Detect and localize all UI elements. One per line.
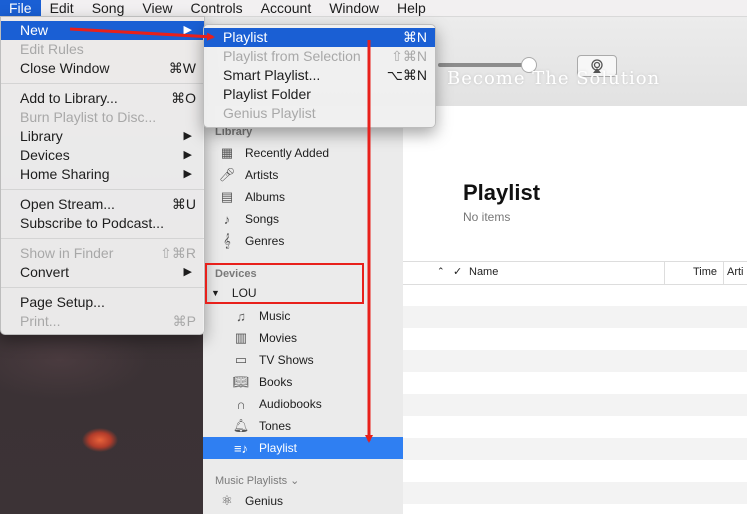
music-note-icon: ♫ <box>236 308 246 324</box>
column-divider <box>723 262 724 284</box>
sidebar-item-music[interactable]: ♫ Music <box>203 305 403 327</box>
column-header-row: ⌃ ✓ Name Time Arti <box>403 261 747 285</box>
menu-item-playlist[interactable]: Playlist ⌘N <box>204 28 435 47</box>
playlist-icon: ≡♪ <box>233 440 249 456</box>
page-title: Playlist <box>463 180 541 205</box>
menu-item-home-sharing[interactable]: Home Sharing ▶ <box>1 165 204 184</box>
menu-item-genius-playlist: Genius Playlist <box>223 105 316 121</box>
sidebar-item-books[interactable]: 📖︎ Books <box>203 371 403 393</box>
grid-icon: ▦ <box>220 145 234 160</box>
tv-icon: ▭ <box>234 352 248 367</box>
menu-separator <box>1 189 204 190</box>
submenu-arrow-icon: ▶ <box>183 24 192 36</box>
page-subtitle: No items <box>463 210 511 224</box>
column-check[interactable]: ✓ <box>453 265 462 278</box>
menu-item-subscribe-podcast[interactable]: Subscribe to Podcast... <box>1 214 204 233</box>
menu-edit[interactable]: Edit <box>41 0 83 16</box>
book-icon: 📖︎ <box>232 374 250 389</box>
menu-item-playlist-from-selection: Playlist from Selection ⇧⌘N <box>223 48 427 64</box>
table-row <box>403 306 747 328</box>
menu-account[interactable]: Account <box>252 0 321 16</box>
menu-item-burn-playlist: Burn Playlist to Disc... <box>20 109 157 125</box>
headphones-icon: ∩ <box>236 396 246 412</box>
sidebar-item-tv-shows[interactable]: ▭ TV Shows <box>203 349 403 371</box>
sidebar-item-label: Genius <box>245 494 284 508</box>
submenu-arrow-icon: ▶ <box>183 130 192 142</box>
sidebar-item-label: Playlist <box>259 441 298 455</box>
bell-icon: 🔔︎ <box>232 418 250 433</box>
album-icon: ▤ <box>220 189 234 204</box>
menu-item-close-window[interactable]: Close Window ⌘W <box>1 59 204 78</box>
sidebar-item-genres[interactable]: 𝄞 Genres <box>203 230 403 252</box>
menu-window[interactable]: Window <box>320 0 388 16</box>
menu-item-page-setup[interactable]: Page Setup... <box>1 293 204 312</box>
menu-item-add-to-library[interactable]: Add to Library... ⌘O <box>1 89 204 108</box>
column-divider <box>664 262 665 284</box>
sidebar-item-albums[interactable]: ▤ Albums <box>203 186 403 208</box>
new-submenu: Playlist ⌘N Playlist from Selection ⇧⌘N Sm… <box>203 24 436 128</box>
annotation-devices-box <box>205 263 364 304</box>
sidebar-item-label: Genres <box>245 234 285 248</box>
menu-separator <box>1 83 204 84</box>
column-name[interactable]: Name <box>469 266 498 278</box>
table-row <box>403 482 747 504</box>
menu-bar: File Edit Song View Controls Account Win… <box>0 0 747 16</box>
menu-separator <box>1 238 204 239</box>
guitar-icon: 𝄞 <box>223 233 231 248</box>
table-row <box>403 438 747 460</box>
menu-item-edit-rules: Edit Rules <box>20 41 84 57</box>
microphone-icon: 🎤︎ <box>218 167 236 182</box>
sidebar-item-genius[interactable]: ⚛ Genius <box>203 490 403 512</box>
sidebar-item-label: Artists <box>245 168 279 182</box>
sidebar-item-recently-added[interactable]: ▦ Recently Added <box>203 142 403 164</box>
sidebar-item-label: Music <box>259 309 291 323</box>
menu-item-new[interactable]: New ▶ <box>1 21 204 40</box>
sidebar-item-movies[interactable]: ▥ Movies <box>203 327 403 349</box>
sidebar-item-artists[interactable]: 🎤︎ Artists <box>203 164 403 186</box>
music-playlists-header[interactable]: Music Playlists ⌄ <box>215 474 299 487</box>
menu-separator <box>1 287 204 288</box>
menu-item-open-stream[interactable]: Open Stream... ⌘U <box>1 195 204 214</box>
sidebar-item-label: Albums <box>245 190 286 204</box>
sidebar-item-label: Songs <box>245 212 280 226</box>
music-note-icon: ♪ <box>223 211 231 227</box>
sidebar-item-tones[interactable]: 🔔︎ Tones <box>203 415 403 437</box>
menu-file[interactable]: File <box>0 0 41 16</box>
menu-help[interactable]: Help <box>388 0 435 16</box>
submenu-arrow-icon: ▶ <box>183 266 192 278</box>
menu-controls[interactable]: Controls <box>181 0 251 16</box>
submenu-arrow-icon: ▶ <box>183 168 192 180</box>
sidebar-item-label: Movies <box>259 331 298 345</box>
sidebar-item-playlist[interactable]: ≡♪ Playlist <box>203 437 403 459</box>
sidebar-item-audiobooks[interactable]: ∩ Audiobooks <box>203 393 403 415</box>
menu-item-devices[interactable]: Devices ▶ <box>1 146 204 165</box>
menu-item-print: Print... ⌘P <box>20 313 196 329</box>
column-artist[interactable]: Arti <box>727 266 744 278</box>
column-time[interactable]: Time <box>693 266 717 278</box>
menu-item-convert[interactable]: Convert ▶ <box>1 263 204 282</box>
table-row <box>403 350 747 372</box>
menu-item-smart-playlist[interactable]: Smart Playlist... ⌥⌘N <box>204 66 435 85</box>
sidebar-item-label: Tones <box>259 419 292 433</box>
menu-item-playlist-folder[interactable]: Playlist Folder <box>204 85 435 104</box>
menu-view[interactable]: View <box>133 0 181 16</box>
sidebar-item-label: Audiobooks <box>259 397 322 411</box>
content-pane: Playlist No items ⌃ ✓ Name Time Arti <box>403 106 747 514</box>
sidebar: Library ▦ Recently Added 🎤︎ Artists ▤ Al… <box>203 106 403 514</box>
sidebar-item-label: Books <box>259 375 293 389</box>
sidebar-item-songs[interactable]: ♪ Songs <box>203 208 403 230</box>
menu-song[interactable]: Song <box>83 0 134 16</box>
menu-item-library[interactable]: Library ▶ <box>1 127 204 146</box>
genius-atom-icon: ⚛ <box>221 493 233 508</box>
table-row <box>403 394 747 416</box>
file-menu: New ▶ Edit Rules Close Window ⌘W Add to Li… <box>0 16 205 335</box>
sidebar-item-label: TV Shows <box>259 353 314 367</box>
menu-item-show-in-finder: Show in Finder ⇧⌘R <box>20 245 196 261</box>
submenu-arrow-icon: ▶ <box>183 149 192 161</box>
sort-arrow-icon[interactable]: ⌃ <box>437 266 445 277</box>
film-icon: ▥ <box>234 330 248 345</box>
volume-slider[interactable] <box>438 63 528 67</box>
sidebar-item-label: Recently Added <box>245 146 330 160</box>
watermark-text: Become The Solution <box>447 68 661 89</box>
